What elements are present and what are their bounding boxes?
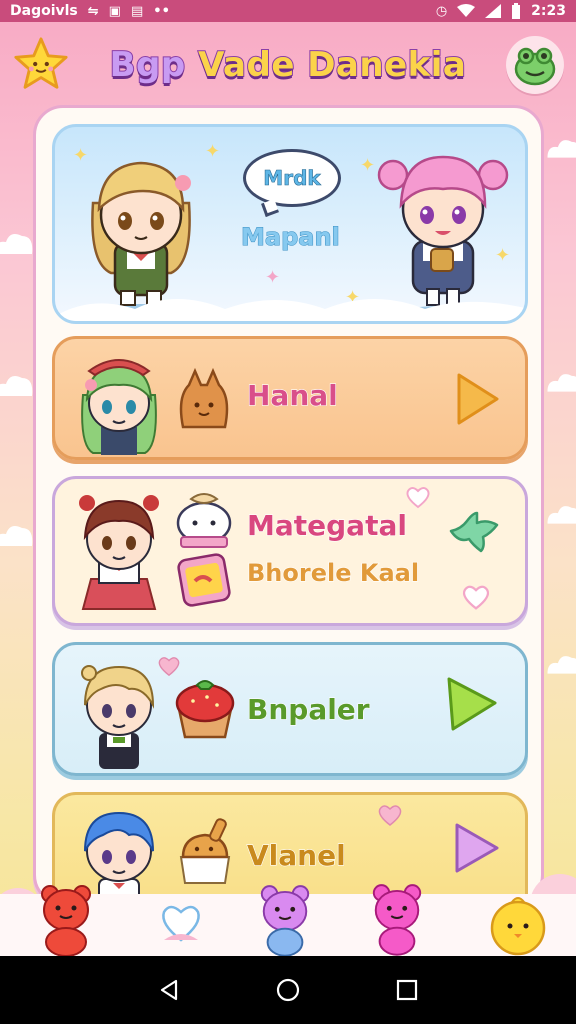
cloud-decoration [547,506,576,524]
menu-item-label: Hanal [246,378,338,412]
cloud-decoration [0,526,33,546]
carrier-text: Dagoivls [10,3,78,19]
more-dots-icon: •• [153,3,170,19]
blonde-boy-character [81,665,155,769]
heart-icon [406,487,430,509]
recents-button[interactable] [387,970,427,1010]
strawberry-cake-icon [175,680,235,739]
cloud-decoration [547,656,576,674]
header: Bgp Vade Danekia [0,22,576,108]
yellow-chick-icon[interactable] [486,892,550,956]
heart-icon [378,805,402,826]
bottom-nav [0,874,576,956]
heart-icon[interactable] [158,900,204,946]
image-icon: ▣ [108,3,121,19]
purple-bear-icon[interactable] [256,882,314,956]
heart-icon [462,585,490,610]
menu-item-label: Mategatal [246,508,407,542]
cloud-decoration [547,374,576,392]
status-right: ◷ 2:23 [436,3,566,19]
home-button[interactable] [268,970,308,1010]
pink-bear-icon[interactable] [368,880,426,956]
bubble-text: Mrdk [263,166,321,191]
hero-banner[interactable]: ✦ ✦ ✦ ✦ ✦ ✦ Mrdk Mapanl [52,124,528,324]
play-arrow-icon[interactable] [443,673,501,735]
play-arrow-icon[interactable] [453,371,501,427]
recents-icon [396,979,417,1001]
back-button[interactable] [149,970,189,1010]
signal-icon: ⇋ [87,3,99,19]
back-icon [161,979,178,1001]
battery-icon [512,3,521,19]
menu-item-mategatal[interactable]: Mategatal Bhorele Kaal [52,476,528,626]
sparkle-arrow-icon[interactable] [447,509,501,555]
status-bar: Dagoivls ⇋ ▣ ▤ •• ◷ 2:23 [0,0,576,22]
red-bear-icon[interactable] [36,880,96,956]
star-icon [14,37,68,89]
menu-item-label: Vlanel [246,838,346,872]
menu-item-hanal[interactable]: Hanal [52,336,528,460]
cloud-decoration [547,140,576,158]
profile-button[interactable] [506,36,564,94]
notification-icon: ▤ [130,3,144,19]
app-title-part1: Bgp [109,44,187,86]
play-arrow-icon[interactable] [451,821,501,875]
hero-subtitle: Mapanl [241,223,341,252]
heart-icon [158,657,180,677]
cloud-decoration [0,234,33,254]
wifi-icon [457,4,476,17]
menu-item-bnpaler[interactable]: Bnpaler [52,642,528,776]
status-left: Dagoivls ⇋ ▣ ▤ •• [10,3,170,19]
main-panel: ✦ ✦ ✦ ✦ ✦ ✦ Mrdk Mapanl Hanal Mategatal … [33,105,544,905]
bread-icon [179,367,229,429]
menu-item-sublabel: Bhorele Kaal [246,558,420,587]
cell-signal-icon [485,4,502,18]
cake-jar-icon [176,493,232,607]
app-title: Bgp Vade Danekia [109,44,467,86]
clock-text: 2:23 [531,3,566,19]
cloud-decoration [0,376,33,396]
menu-item-label: Bnpaler [246,692,370,726]
app-title-part2: Vade Danekia [197,44,467,86]
speech-bubble: Mrdk [243,149,341,207]
system-nav-bar [0,956,576,1024]
cloud-decoration [55,299,525,321]
star-button[interactable] [12,36,70,94]
dessert-icon [179,818,231,884]
frog-icon [514,47,556,86]
red-hair-girl-character [79,495,159,610]
alarm-icon: ◷ [435,3,448,19]
home-icon [276,978,300,1002]
green-hair-girl-character [81,359,157,455]
